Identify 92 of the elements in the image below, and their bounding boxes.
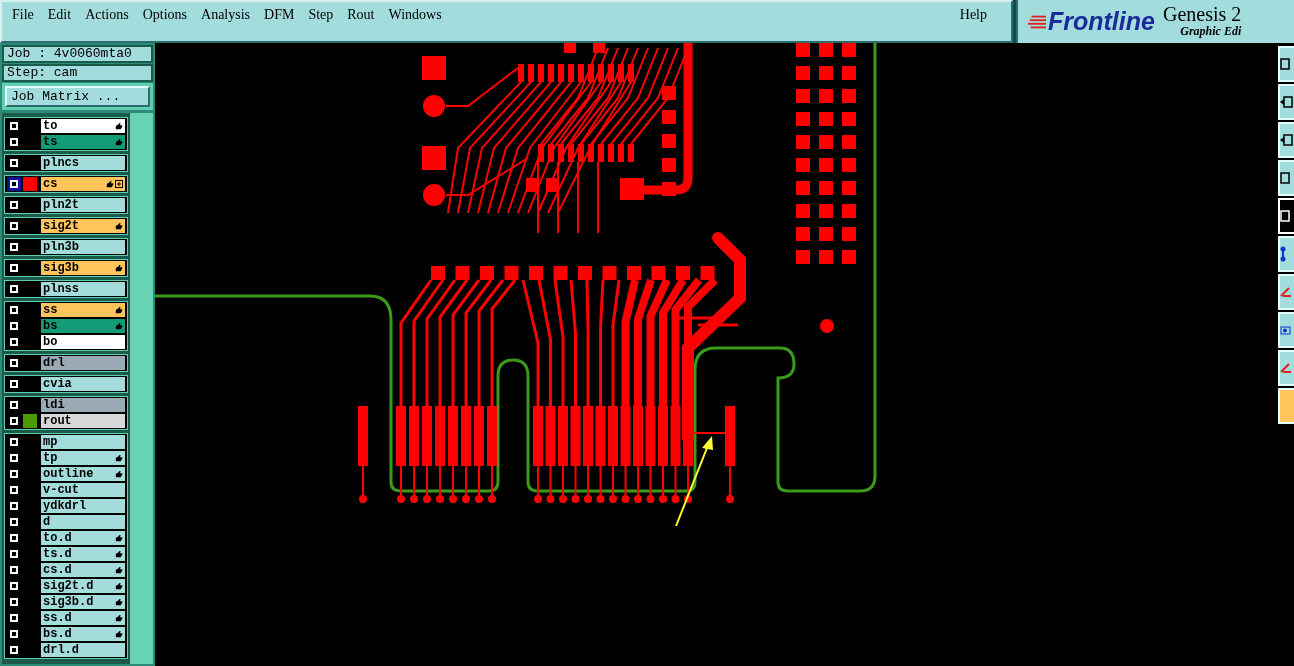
layer-select-button[interactable] (7, 303, 21, 317)
layer-select-button[interactable] (7, 356, 21, 370)
layer-name[interactable]: ldi (41, 398, 125, 412)
tool-button[interactable] (1278, 160, 1294, 196)
layer-name[interactable]: plncs (41, 156, 125, 170)
menu-item[interactable]: DFM (264, 7, 295, 23)
menu-item[interactable]: Actions (85, 7, 129, 23)
job-matrix-button[interactable]: Job Matrix ... (5, 86, 150, 107)
layer-select-button[interactable] (7, 499, 21, 513)
layer-name[interactable]: sig2t.d (41, 579, 125, 593)
tool-button[interactable] (1278, 236, 1294, 272)
layer-name[interactable]: plnss (41, 282, 125, 296)
layer-name[interactable]: cs (41, 177, 125, 191)
plus-box-icon (115, 180, 123, 188)
layer-name[interactable]: pln3b (41, 240, 125, 254)
layer-name[interactable]: cvia (41, 377, 125, 391)
layer-name[interactable]: ss.d (41, 611, 125, 625)
menu-item[interactable]: Analysis (201, 7, 251, 23)
layer-name[interactable]: ts.d (41, 547, 125, 561)
layer-name[interactable]: to (41, 119, 125, 133)
layer-name[interactable]: d (41, 515, 125, 529)
layer-name[interactable]: sig3b.d (41, 595, 125, 609)
layer-name[interactable]: sig3b (41, 261, 125, 275)
layer-select-button[interactable] (7, 377, 21, 391)
menu-item[interactable]: Options (142, 7, 188, 23)
tool-glyph-icon (1280, 96, 1293, 108)
menu-item[interactable]: Edit (47, 7, 72, 23)
layer-select-button[interactable] (7, 515, 21, 529)
layer-name[interactable]: v-cut (41, 483, 125, 497)
layer-name[interactable]: bo (41, 335, 125, 349)
layer-select-button[interactable] (7, 467, 21, 481)
tool-button[interactable] (1278, 84, 1294, 120)
layer-select-button[interactable] (7, 219, 21, 233)
layer-select-button[interactable] (7, 198, 21, 212)
step-label: Step: cam (2, 64, 153, 82)
layer-select-button[interactable] (7, 414, 21, 428)
layer-select-button[interactable] (7, 595, 21, 609)
layer-select-button[interactable] (7, 579, 21, 593)
tool-glyph-icon (1280, 246, 1286, 262)
layer-select-button[interactable] (7, 335, 21, 349)
menu-item[interactable]: Step (308, 7, 334, 23)
layer-name[interactable]: ts (41, 135, 125, 149)
tool-glyph-icon (1280, 325, 1291, 335)
layer-name[interactable]: pln2t (41, 198, 125, 212)
layer-name[interactable]: ss (41, 303, 125, 317)
layer-name[interactable]: cs.d (41, 563, 125, 577)
layer-name[interactable]: drl.d (41, 643, 125, 657)
layer-select-button[interactable] (7, 240, 21, 254)
layer-name[interactable]: ydkdrl (41, 499, 125, 513)
layer-select-button[interactable] (7, 627, 21, 641)
layer-select-button[interactable] (7, 563, 21, 577)
layer-name[interactable]: tp (41, 451, 125, 465)
product-title: Genesis 2 (1162, 4, 1242, 24)
layer-select-button[interactable] (7, 611, 21, 625)
menu-item[interactable]: Rout (347, 7, 375, 23)
layer-select-button[interactable] (7, 177, 21, 191)
layer-name[interactable]: drl (41, 356, 125, 370)
layer-select-button[interactable] (7, 282, 21, 296)
speed-lines-icon (1028, 13, 1046, 30)
menu-item[interactable]: File (12, 7, 34, 23)
layer-select-button[interactable] (7, 398, 21, 412)
product-subtitle: Graphic Edi (1180, 24, 1242, 39)
tool-glyph-icon (1280, 58, 1290, 70)
tool-glyph-icon (1280, 363, 1291, 373)
layer-name[interactable]: to.d (41, 531, 125, 545)
job-label: Job : 4v0060mta0 (2, 45, 153, 63)
tool-button[interactable] (1278, 122, 1294, 158)
brand-name: Frontline (1048, 7, 1155, 36)
layer-select-button[interactable] (7, 547, 21, 561)
layer-select-button[interactable] (7, 319, 21, 333)
layer-name[interactable]: sig2t (41, 219, 125, 233)
layer-select-button[interactable] (7, 531, 21, 545)
layer-name[interactable]: rout (41, 414, 125, 428)
menu-item[interactable]: Windows (388, 7, 442, 23)
layer-select-button[interactable] (7, 261, 21, 275)
layer-name[interactable]: bs (41, 319, 125, 333)
layer-select-button[interactable] (7, 435, 21, 449)
layer-select-button[interactable] (7, 156, 21, 170)
layer-select-button[interactable] (7, 483, 21, 497)
tool-glyph-icon (1280, 210, 1290, 222)
layer-select-button[interactable] (7, 135, 21, 149)
layer-name[interactable]: bs.d (41, 627, 125, 641)
layer-name[interactable]: outline (41, 467, 125, 481)
layer-select-button[interactable] (7, 643, 21, 657)
layer-select-button[interactable] (7, 451, 21, 465)
tool-glyph-icon (1280, 287, 1291, 297)
tool-button[interactable] (1278, 46, 1294, 82)
tool-glyph-icon (1280, 172, 1290, 184)
layer-name[interactable]: mp (41, 435, 125, 449)
layer-select-button[interactable] (7, 119, 21, 133)
help-menu[interactable]: Help (959, 7, 987, 23)
tool-glyph-icon (1280, 134, 1293, 146)
